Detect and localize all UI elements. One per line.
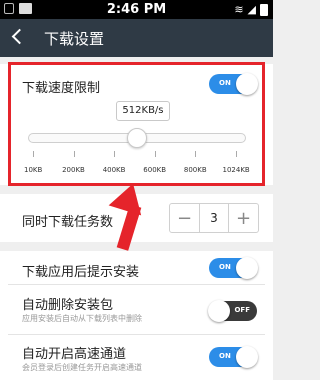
divider: [8, 334, 265, 335]
decrease-button[interactable]: −: [170, 204, 199, 232]
install-prompt-toggle[interactable]: ON: [209, 257, 258, 279]
high-speed-description: 会员登录后创建任务开启高速通道: [22, 363, 142, 372]
high-speed-toggle[interactable]: ON: [209, 346, 258, 368]
divider: [8, 284, 265, 285]
high-speed-label: 自动开启高速通道: [22, 347, 127, 362]
auto-delete-label: 自动删除安装包: [22, 298, 114, 313]
auto-delete-description: 应用安装后自动从下载列表中删除: [22, 314, 142, 323]
page-title: 下载设置: [44, 30, 105, 48]
auto-delete-toggle[interactable]: OFF: [208, 300, 257, 322]
increase-button[interactable]: +: [229, 204, 258, 232]
concurrent-label: 同时下载任务数: [22, 215, 114, 230]
quantity-stepper: − 3 +: [169, 203, 259, 233]
battery-icon: [260, 3, 268, 16]
wifi-icon: ≋: [234, 3, 244, 16]
concurrent-value: 3: [199, 204, 229, 232]
highlight-box: [8, 62, 265, 186]
install-prompt-label: 下载应用后提示安装: [22, 265, 140, 280]
status-bar: 2:46 PM ≋ ◢: [0, 0, 273, 19]
signal-icon: ◢: [247, 3, 256, 16]
back-arrow-icon[interactable]: [11, 28, 28, 45]
title-bar: 下载设置: [0, 19, 273, 57]
status-time: 2:46 PM: [106, 2, 167, 17]
